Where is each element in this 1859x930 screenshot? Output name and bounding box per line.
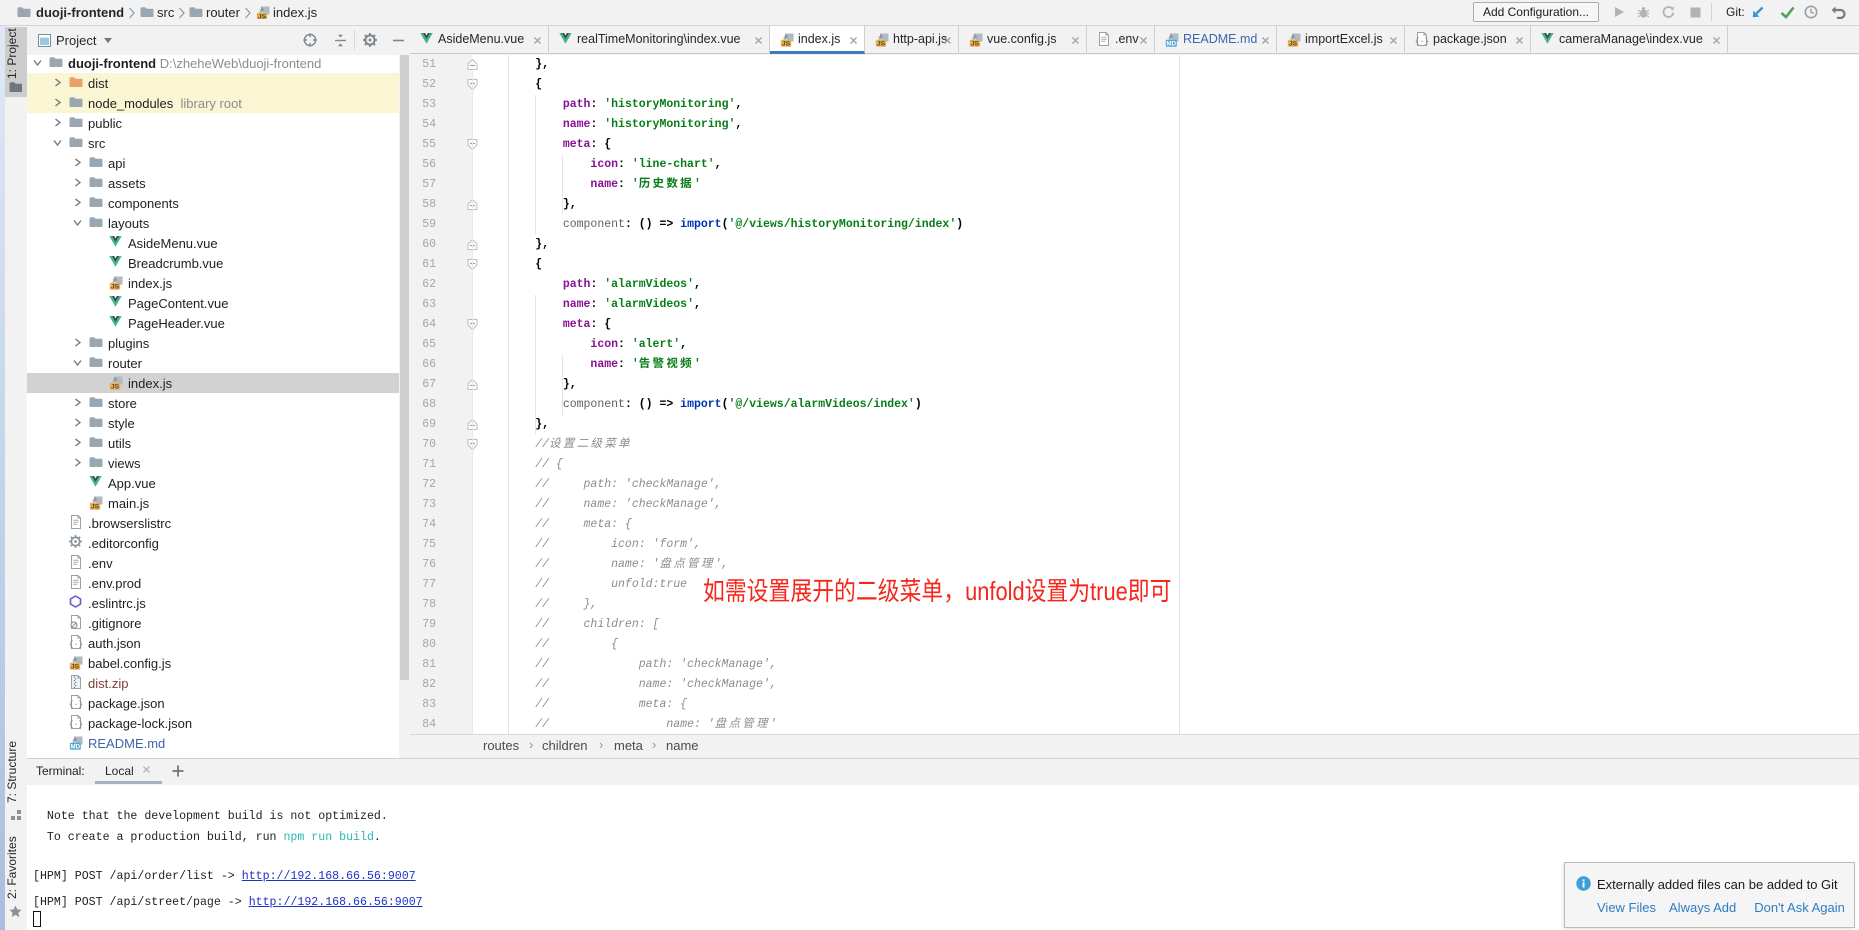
- svg-text:MD: MD: [70, 744, 80, 750]
- svg-text:JS: JS: [877, 41, 886, 47]
- svg-text:JS: JS: [1289, 41, 1298, 47]
- svg-text:MD: MD: [1166, 41, 1176, 47]
- svg-text:JS: JS: [111, 284, 120, 290]
- svg-text:JS: JS: [782, 41, 791, 47]
- svg-text:{·}: {·}: [69, 641, 83, 650]
- svg-text:JS: JS: [971, 41, 980, 47]
- svg-text:{·}: {·}: [69, 701, 83, 710]
- svg-text:JS: JS: [91, 504, 100, 510]
- svg-text:{·}: {·}: [69, 721, 83, 730]
- svg-text:JS: JS: [71, 664, 80, 670]
- svg-text:JS: JS: [258, 14, 267, 19]
- svg-text:{·}: {·}: [1415, 38, 1429, 47]
- svg-text:JS: JS: [111, 384, 120, 390]
